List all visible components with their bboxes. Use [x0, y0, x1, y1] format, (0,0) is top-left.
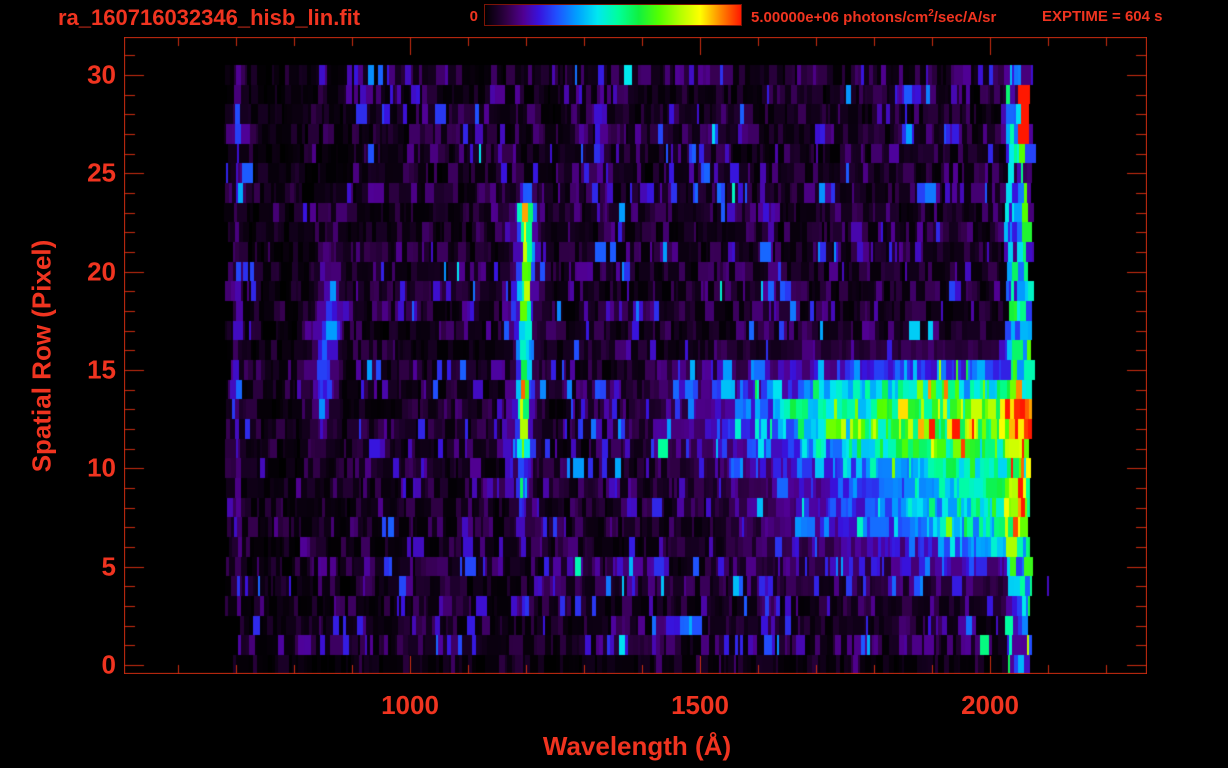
x-tick-label-1000: 1000: [381, 690, 439, 720]
y-tick-label-0: 0: [101, 649, 116, 680]
colorbar: [484, 4, 742, 26]
filename-title: ra_160716032346_hisb_lin.fit: [58, 5, 361, 30]
colorbar-max-label: 5.00000e+06 photons/cm2/sec/A/sr: [751, 8, 996, 26]
y-tick-label-20: 20: [87, 256, 116, 287]
x-tick-label-1500: 1500: [671, 690, 729, 720]
colorbar-max-label-suffix: /sec/A/sr: [933, 9, 997, 26]
exptime-label: EXPTIME = 604 s: [1042, 8, 1163, 25]
plot-window: ra_160716032346_hisb_lin.fit 0 5.00000e+…: [0, 0, 1228, 768]
colorbar-gradient: [485, 5, 741, 25]
spectral-heatmap-canvas: [124, 37, 1147, 674]
y-tick-label-5: 5: [101, 551, 116, 582]
colorbar-min-label: 0: [469, 8, 478, 25]
y-axis-title: Spatial Row (Pixel): [26, 239, 57, 473]
y-tick-label-15: 15: [87, 354, 116, 385]
x-tick-label-2000: 2000: [961, 690, 1019, 720]
x-axis-title: Wavelength (Å): [542, 731, 732, 761]
y-tick-label-30: 30: [87, 59, 116, 90]
colorbar-max-label-prefix: 5.00000e+06 photons/cm: [751, 9, 929, 26]
y-tick-label-25: 25: [87, 157, 116, 188]
y-tick-label-10: 10: [87, 452, 116, 483]
